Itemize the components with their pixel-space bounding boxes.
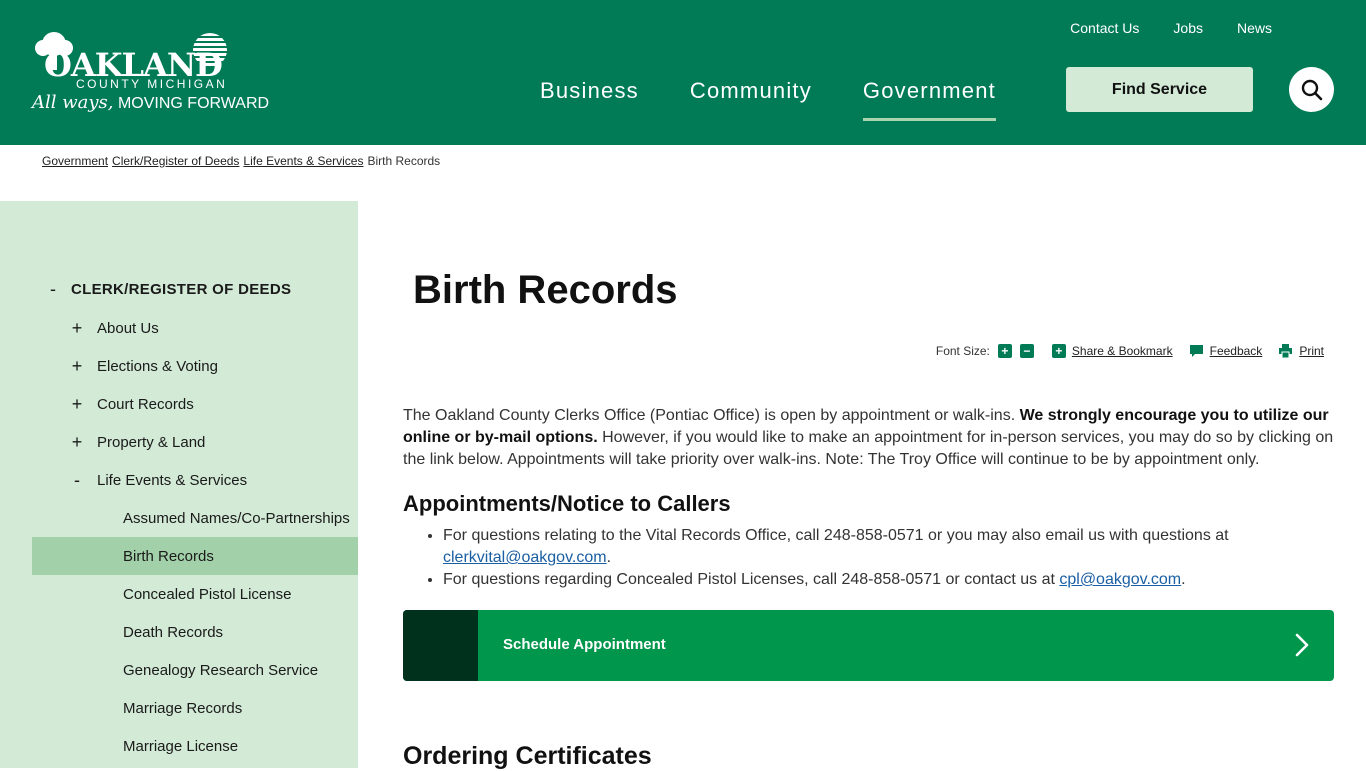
- breadcrumb-link-life-events[interactable]: Life Events & Services: [243, 154, 363, 168]
- speech-bubble-icon: [1189, 344, 1204, 358]
- print-link[interactable]: Print: [1299, 344, 1324, 358]
- breadcrumb-link-government[interactable]: Government: [42, 154, 108, 168]
- sidebar-subitem-concealed-pistol[interactable]: Concealed Pistol License: [32, 575, 358, 613]
- search-icon: [1301, 79, 1322, 100]
- clerkvital-email-link[interactable]: clerkvital@oakgov.com: [443, 549, 607, 566]
- section-heading-ordering: Ordering Certificates: [403, 742, 652, 770]
- logo-subtitle: COUNTY MICHIGAN: [76, 77, 228, 91]
- expand-toggle[interactable]: +: [70, 394, 84, 415]
- feedback-link[interactable]: Feedback: [1210, 344, 1263, 358]
- sidebar-subitem-label: Death Records: [123, 623, 224, 641]
- expand-toggle[interactable]: +: [70, 356, 84, 377]
- sidebar-item-about-us[interactable]: + About Us: [32, 309, 358, 347]
- section-heading-appointments: Appointments/Notice to Callers: [403, 491, 731, 516]
- sidebar-item-label: Court Records: [97, 395, 194, 413]
- logo-tagline: All ways, MOVING FORWARD: [32, 92, 269, 113]
- nav-government[interactable]: Government: [862, 78, 996, 121]
- list-item: For questions relating to the Vital Reco…: [443, 525, 1323, 569]
- tagline-script: All ways,: [32, 92, 114, 113]
- schedule-appointment-button[interactable]: Schedule Appointment: [403, 610, 1334, 681]
- breadcrumb-link-clerk[interactable]: Clerk/Register of Deeds: [112, 154, 239, 168]
- intro-paragraph: The Oakland County Clerks Office (Pontia…: [403, 405, 1338, 471]
- expand-toggle[interactable]: +: [70, 318, 84, 339]
- sidebar-item-court-records[interactable]: + Court Records: [32, 385, 358, 423]
- utility-link-contact-us[interactable]: Contact Us: [1070, 20, 1139, 36]
- sidebar-item-label: Life Events & Services: [97, 471, 248, 489]
- search-button[interactable]: [1289, 67, 1334, 112]
- utility-link-news[interactable]: News: [1237, 20, 1272, 36]
- share-bookmark-tool[interactable]: + Share & Bookmark: [1051, 344, 1173, 358]
- sidebar-item-life-events[interactable]: - Life Events & Services: [32, 461, 358, 499]
- sidebar-item-label: About Us: [97, 319, 159, 337]
- page-title: Birth Records: [413, 268, 678, 312]
- sidebar-item-elections[interactable]: + Elections & Voting: [32, 347, 358, 385]
- bullet-end: .: [1181, 571, 1186, 588]
- sidebar-subitem-label: Marriage License: [123, 737, 239, 755]
- nav-community[interactable]: Community: [690, 78, 812, 121]
- sidebar-subitem-marriage-license[interactable]: Marriage License: [32, 727, 358, 765]
- utility-nav: Contact Us Jobs News: [1036, 20, 1272, 36]
- breadcrumb: Government Clerk/Register of Deeds Life Ev…: [42, 154, 440, 168]
- collapse-toggle[interactable]: -: [70, 470, 84, 491]
- sidebar-subitem-label: Genealogy Research Service: [123, 661, 319, 679]
- sidebar-item-label: Elections & Voting: [97, 357, 218, 375]
- bullet-text: For questions regarding Concealed Pistol…: [443, 571, 1060, 588]
- sidebar-subitem-marriage-records[interactable]: Marriage Records: [32, 689, 358, 727]
- tagline-text: MOVING FORWARD: [117, 95, 270, 112]
- share-bookmark-link[interactable]: Share & Bookmark: [1072, 344, 1173, 358]
- cpl-email-link[interactable]: cpl@oakgov.com: [1059, 571, 1181, 588]
- collapse-toggle[interactable]: -: [46, 279, 60, 300]
- sidebar-heading-label: CLERK/REGISTER OF DEEDS: [71, 280, 292, 298]
- font-increase-button[interactable]: +: [997, 344, 1012, 358]
- feedback-tool[interactable]: Feedback: [1189, 344, 1263, 358]
- plus-icon: +: [1051, 344, 1066, 358]
- sidebar-subitem-birth-records[interactable]: Birth Records: [32, 537, 358, 575]
- font-size-label: Font Size:: [935, 344, 990, 358]
- intro-text-1: The Oakland County Clerks Office (Pontia…: [403, 407, 1020, 424]
- sidebar-item-property-land[interactable]: + Property & Land: [32, 423, 358, 461]
- notice-list: For questions relating to the Vital Reco…: [443, 525, 1323, 591]
- sidebar-subitem-label: Assumed Names/Co-Partnerships: [123, 509, 350, 527]
- font-decrease-button[interactable]: −: [1019, 344, 1034, 358]
- list-item: For questions regarding Concealed Pistol…: [443, 569, 1323, 591]
- sidebar-subitem-label: Birth Records: [123, 547, 214, 565]
- print-tool[interactable]: Print: [1278, 344, 1324, 358]
- nav-business[interactable]: Business: [540, 78, 639, 121]
- bullet-end: .: [606, 549, 612, 566]
- breadcrumb-current: Birth Records: [367, 154, 441, 168]
- sun-icon: [193, 33, 227, 66]
- sidebar-subitem-assumed-names[interactable]: Assumed Names/Co-Partnerships: [32, 499, 358, 537]
- button-accent-block: [403, 610, 478, 681]
- find-service-button[interactable]: Find Service: [1066, 67, 1253, 112]
- sidebar-heading-clerk[interactable]: - CLERK/REGISTER OF DEEDS: [32, 270, 358, 308]
- sidebar-subitem-genealogy[interactable]: Genealogy Research Service: [32, 651, 358, 689]
- printer-icon: [1278, 344, 1293, 358]
- sidebar-subitem-death-records[interactable]: Death Records: [32, 613, 358, 651]
- chevron-right-icon: [1295, 633, 1309, 657]
- sidebar-item-label: Property & Land: [97, 433, 206, 451]
- schedule-appointment-label: Schedule Appointment: [503, 636, 666, 653]
- sidebar-subitem-label: Concealed Pistol License: [123, 585, 292, 603]
- page-tools: Font Size: + − + Share & Bookmark Feedba…: [936, 344, 1324, 358]
- expand-toggle[interactable]: +: [70, 432, 84, 453]
- sidebar-subitem-label: Marriage Records: [123, 699, 243, 717]
- site-header: OAKLAND COUNTY MICHIGAN All ways, MOVING…: [0, 0, 1366, 145]
- main-nav: Business Community Government: [540, 78, 1047, 121]
- oakland-county-logo[interactable]: OAKLAND COUNTY MICHIGAN All ways, MOVING…: [32, 30, 269, 116]
- bullet-text: For questions relating to the Vital Reco…: [443, 527, 1229, 544]
- utility-link-jobs[interactable]: Jobs: [1173, 20, 1203, 36]
